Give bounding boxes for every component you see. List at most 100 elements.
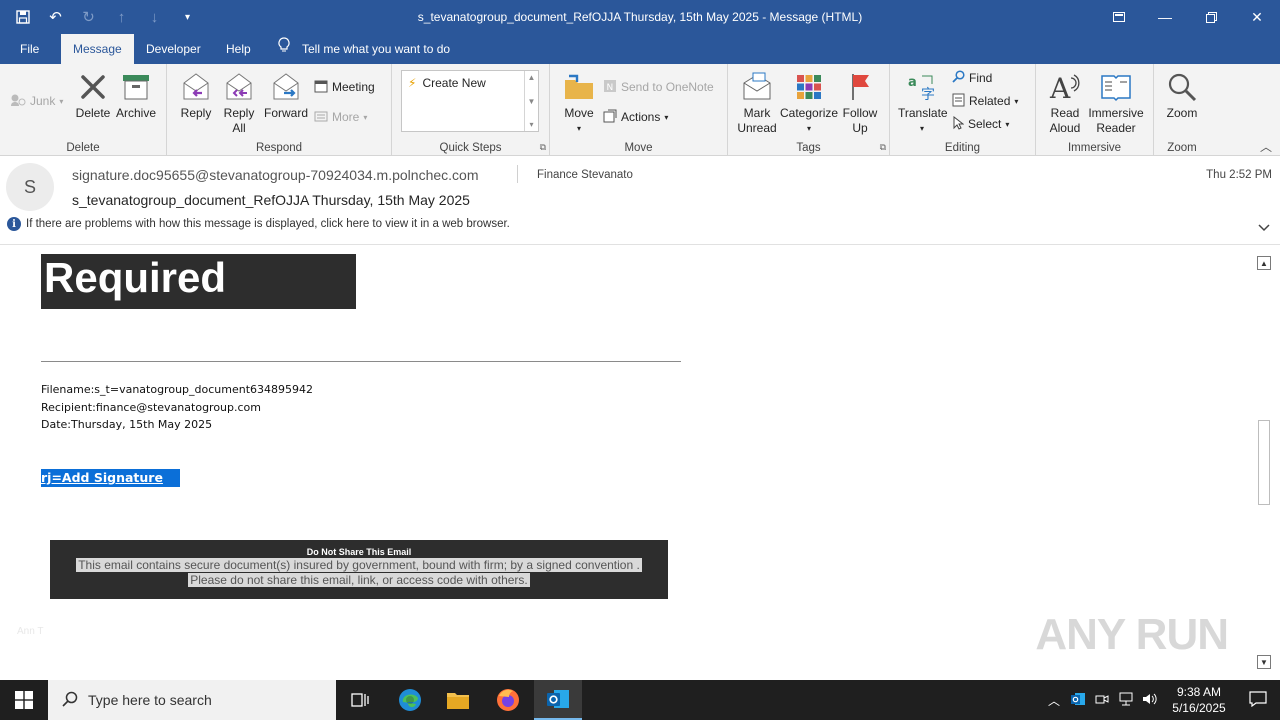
faint-text: Ann T: [17, 626, 44, 637]
archive-button[interactable]: Archive: [114, 70, 158, 121]
outlook-taskbar-icon[interactable]: [534, 680, 582, 720]
read-aloud-button[interactable]: A Read Aloud: [1044, 70, 1086, 136]
immersive-reader-icon: [1099, 70, 1133, 104]
sender-address[interactable]: signature.doc95655@stevanatogroup-709240…: [72, 167, 479, 183]
group-label-move: Move: [624, 142, 653, 154]
minimize-icon[interactable]: —: [1142, 0, 1188, 34]
recipient-name[interactable]: Finance Stevanato: [537, 169, 633, 181]
scroll-up-icon[interactable]: ▲: [1257, 256, 1271, 270]
header-divider: [517, 165, 518, 183]
zoom-icon: [1165, 70, 1199, 104]
translate-button[interactable]: a字 Translate ▾: [898, 70, 948, 136]
ribbon-tabs: File Message Developer Help Tell me what…: [0, 34, 1280, 64]
delete-button[interactable]: Delete: [74, 70, 112, 121]
mark-unread-button[interactable]: Mark Unread: [734, 70, 780, 136]
tab-message[interactable]: Message: [61, 34, 134, 64]
scroll-thumb[interactable]: [1258, 420, 1270, 505]
zoom-button[interactable]: Zoom: [1162, 70, 1202, 121]
filename-line: Filename:s_t=vanatogroup_document6348959…: [41, 383, 314, 396]
quick-steps-gallery[interactable]: ⚡ Create New ▲ ▼ ▾: [401, 70, 539, 132]
actions-label: Actions: [621, 110, 661, 124]
immersive-reader-label-1: Immersive: [1088, 106, 1144, 120]
more-label: More: [332, 110, 360, 124]
taskbar: Type here to search ︿ 9:38 AM 5/16/2025: [0, 680, 1280, 720]
outlook-tray-icon[interactable]: [1066, 692, 1090, 709]
group-label-respond: Respond: [255, 142, 303, 154]
chevron-up-icon[interactable]: ︿: [1042, 692, 1066, 709]
group-label-tags: Tags: [796, 142, 821, 154]
tell-me-text: Tell me what you want to do: [302, 42, 451, 56]
clock-time: 9:38 AM: [1176, 685, 1222, 699]
junk-icon: [10, 93, 26, 110]
close-icon[interactable]: ✕: [1234, 0, 1280, 34]
svg-text:字: 字: [921, 87, 935, 102]
immersive-reader-button[interactable]: Immersive Reader: [1086, 70, 1146, 136]
clock[interactable]: 9:38 AM 5/16/2025: [1162, 684, 1236, 716]
chevron-down-icon[interactable]: [1258, 221, 1270, 235]
svg-text:A: A: [1049, 72, 1071, 102]
notice-line-1: This email contains secure document(s) i…: [76, 558, 642, 572]
search-placeholder: Type here to search: [88, 692, 212, 708]
gallery-scroll[interactable]: ▲ ▼ ▾: [524, 71, 538, 131]
move-button[interactable]: Move ▾: [560, 70, 598, 136]
create-new-quick-step[interactable]: ⚡ Create New: [408, 76, 486, 90]
group-label-delete: Delete: [66, 142, 100, 154]
forward-button[interactable]: Forward: [263, 70, 309, 121]
vertical-scrollbar[interactable]: ▲ ▼: [1256, 255, 1272, 670]
info-bar[interactable]: i If there are problems with how this me…: [7, 217, 510, 231]
mark-unread-label-2: Unread: [737, 121, 777, 135]
actions-button[interactable]: Actions ▾: [603, 107, 668, 127]
maximize-icon[interactable]: [1188, 0, 1234, 34]
find-button[interactable]: Find: [952, 68, 992, 88]
zoom-label: Zoom: [1166, 106, 1198, 120]
meeting-button[interactable]: Meeting: [314, 77, 375, 97]
reply-all-icon: [222, 70, 256, 104]
tags-launcher-icon[interactable]: ⧉: [880, 142, 886, 153]
flag-icon: [843, 70, 877, 104]
group-tags: Mark Unread Categorize ▾ Follow Up Tags …: [728, 64, 890, 156]
collapse-ribbon-icon[interactable]: ︿: [1260, 138, 1272, 155]
clock-date: 5/16/2025: [1172, 701, 1226, 715]
tell-me-box[interactable]: Tell me what you want to do: [278, 34, 450, 64]
reply-button[interactable]: Reply: [177, 70, 215, 121]
avatar: S: [6, 163, 54, 211]
meet-now-icon[interactable]: [1090, 692, 1114, 709]
firefox-icon[interactable]: [484, 680, 532, 720]
add-signature-highlight: rj=Add Signature: [41, 469, 180, 487]
task-view-icon[interactable]: [336, 680, 384, 720]
scroll-down-icon[interactable]: ▼: [1257, 655, 1271, 669]
onenote-label: Send to OneNote: [621, 80, 714, 94]
network-icon[interactable]: [1114, 692, 1138, 709]
categorize-label: Categorize: [780, 106, 839, 120]
taskbar-search[interactable]: Type here to search: [48, 680, 336, 720]
reply-icon: [179, 70, 213, 104]
related-button[interactable]: Related ▾: [952, 91, 1018, 111]
tab-help[interactable]: Help: [214, 34, 263, 64]
notification-icon[interactable]: [1236, 690, 1280, 710]
notice-line-2: Please do not share this email, link, or…: [188, 573, 530, 587]
translate-label: Translate: [898, 106, 948, 120]
tab-file[interactable]: File: [8, 34, 51, 64]
volume-icon[interactable]: [1138, 692, 1162, 709]
follow-up-label-1: Follow: [842, 106, 878, 120]
select-button[interactable]: Select ▾: [952, 114, 1009, 134]
tab-developer[interactable]: Developer: [134, 34, 213, 64]
more-button[interactable]: More ▾: [314, 107, 367, 127]
reply-all-label-1: Reply: [223, 106, 255, 120]
ribbon: Junk ▾ Delete Archive Delete Reply Reply…: [0, 64, 1280, 156]
file-explorer-icon[interactable]: [434, 680, 482, 720]
edge-icon[interactable]: [386, 680, 434, 720]
lightning-icon: ⚡: [408, 76, 417, 90]
ribbon-display-options-icon[interactable]: [1096, 0, 1142, 34]
required-banner: Required: [41, 254, 356, 309]
send-to-onenote-button[interactable]: N Send to OneNote: [603, 77, 714, 97]
follow-up-button[interactable]: Follow Up: [840, 70, 880, 136]
info-icon: i: [7, 217, 21, 231]
categorize-button[interactable]: Categorize ▾: [780, 70, 838, 136]
quick-steps-launcher-icon[interactable]: ⧉: [540, 142, 546, 153]
reply-all-button[interactable]: Reply All: [219, 70, 259, 136]
junk-button[interactable]: Junk ▾: [10, 91, 63, 111]
windows-start-icon[interactable]: [0, 680, 48, 720]
notice-title: Do Not Share This Email: [306, 547, 412, 557]
add-signature-link[interactable]: rj=Add Signature: [41, 470, 163, 485]
